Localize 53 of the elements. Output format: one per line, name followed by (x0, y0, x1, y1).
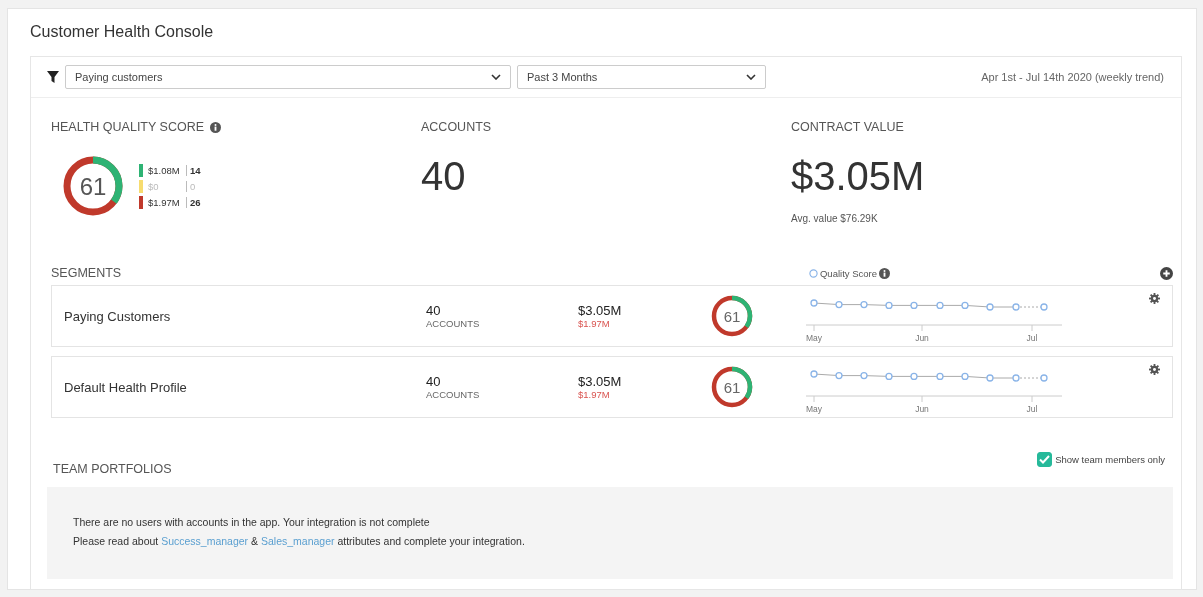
date-range: Apr 1st - Jul 14th 2020 (weekly trend) (981, 71, 1164, 83)
chart-legend-label: Quality Score (819, 267, 877, 279)
page-title: Customer Health Console (30, 23, 215, 41)
axis-label: Jun (915, 404, 929, 414)
section-label: ACCOUNTS (421, 120, 493, 134)
checkbox[interactable] (1037, 451, 1053, 467)
segment-name: Paying Customers (64, 308, 172, 324)
info-icon[interactable] (210, 121, 222, 133)
section-label: TEAM PORTFOLIOS (53, 462, 172, 476)
score-donut: 61 (710, 365, 754, 409)
axis-label: Jul (1026, 404, 1038, 414)
legend-value: $0 (148, 180, 187, 192)
axis-label: May (806, 404, 823, 414)
legend-value: $1.97M (148, 196, 187, 208)
caret-icon (746, 74, 756, 80)
accounts-count: 40 (421, 154, 467, 199)
segment-value: $3.05M (578, 303, 623, 318)
at-risk-value: $1.97M (578, 389, 611, 400)
legend-value: $1.08M (148, 164, 187, 176)
segment-name: Default Health Profile (64, 379, 188, 395)
axis-label: Jul (1026, 333, 1038, 343)
integration-hint: Please read about Success_manager & Sales_manager attributes and complete your integration. (73, 534, 526, 549)
section-label: HEALTH QUALITY SCORE (51, 120, 205, 134)
period-dropdown[interactable]: Past 3 Months (517, 65, 766, 89)
score-donut: 61 (61, 154, 125, 218)
at-risk-value: $1.97M (578, 318, 611, 329)
segment-dropdown[interactable]: Paying customers (65, 65, 511, 89)
caret-icon (491, 74, 501, 80)
accounts-count: 40 (426, 303, 442, 318)
info-icon[interactable] (879, 267, 890, 279)
section-label: CONTRACT VALUE (791, 120, 905, 134)
contract-value: $3.05M (791, 154, 926, 199)
legend-count: 0 (190, 180, 196, 192)
accounts-label: ACCOUNTS (426, 389, 481, 400)
legend-count: 26 (190, 196, 201, 208)
accounts-label: ACCOUNTS (426, 318, 481, 329)
legend-marker-icon (808, 268, 818, 278)
settings-icon[interactable] (1149, 364, 1160, 375)
filter-icon[interactable] (47, 71, 59, 83)
section-label: SEGMENTS (51, 266, 122, 280)
segment-row[interactable]: Default Health Profile 40 ACCOUNTS $3.05M $1.97M 61 May Jun Jul (51, 356, 1173, 418)
accounts-count: 40 (426, 374, 442, 389)
empty-message: There are no users with accounts in the app. Your integration is not complete (73, 515, 431, 530)
segment-value: $3.05M (578, 374, 623, 389)
legend-count: 14 (190, 164, 201, 176)
axis-label: May (806, 333, 823, 343)
axis-label: Jun (915, 333, 929, 343)
segment-row[interactable]: Paying Customers 40 ACCOUNTS $3.05M $1.97M 61 May Jun Jul (51, 285, 1173, 347)
average-value: Avg. value $76.29K (791, 213, 879, 224)
checkbox-label: Show team members only (1055, 453, 1165, 465)
add-icon[interactable] (1160, 266, 1173, 280)
score-donut: 61 (710, 294, 754, 338)
settings-icon[interactable] (1149, 293, 1160, 304)
